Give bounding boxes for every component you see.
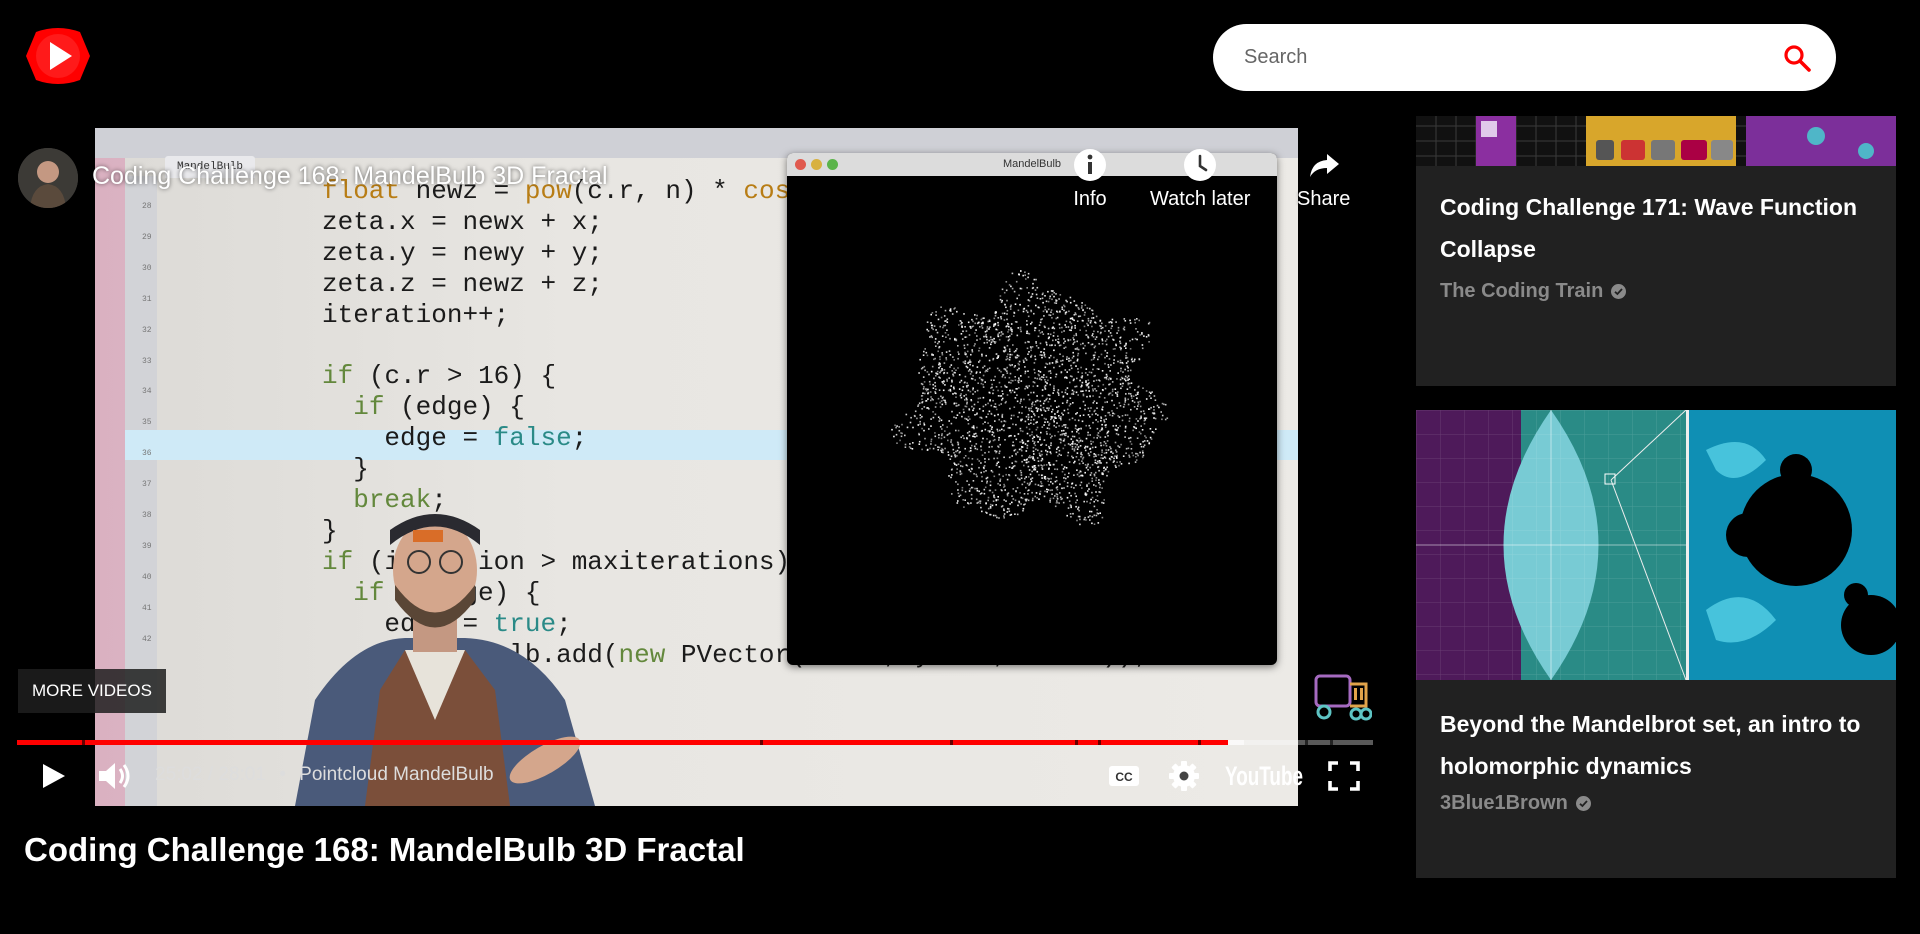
line-number: 28 bbox=[142, 202, 152, 211]
line-number: 31 bbox=[142, 294, 152, 304]
channel-name[interactable]: The Coding Train bbox=[1440, 280, 1603, 303]
video-thumbnail[interactable] bbox=[1416, 116, 1896, 166]
chapter-marker bbox=[1329, 740, 1333, 745]
youtube-brand-text: YouTube bbox=[1225, 761, 1303, 791]
watch-later-label: Watch later bbox=[1150, 188, 1251, 210]
line-number: 36 bbox=[142, 449, 152, 459]
close-dot bbox=[795, 159, 806, 170]
more-videos-button[interactable]: MORE VIDEOS bbox=[18, 669, 166, 713]
mandelbulb-pointcloud bbox=[891, 270, 1169, 526]
info-label: Info bbox=[1073, 188, 1107, 210]
sketch-window: MandelBulb bbox=[787, 153, 1277, 665]
search-box[interactable] bbox=[1213, 24, 1836, 91]
line-number: 41 bbox=[142, 603, 152, 613]
chapter-marker bbox=[1097, 740, 1101, 745]
watch-later-button[interactable]: Watch later bbox=[1150, 148, 1250, 211]
chapter-marker bbox=[1305, 740, 1309, 745]
video-player[interactable]: MandelBulb 28 29 30 31 32 33 34 35 36 37 38 39 40 41 4… bbox=[0, 128, 1390, 934]
youtube-brand-logo[interactable]: YouTube bbox=[1225, 757, 1305, 795]
line-number: 40 bbox=[142, 572, 152, 582]
recommended-video-title[interactable]: Coding Challenge 171: Wave Function Coll… bbox=[1440, 186, 1880, 270]
time-display: 25:02 / 28:01 • Pointcloud MandelBulb bbox=[155, 764, 494, 786]
share-icon bbox=[1309, 154, 1339, 177]
share-button[interactable]: Share bbox=[1297, 148, 1350, 211]
chapter-marker bbox=[1198, 740, 1202, 745]
current-time: 25:02 bbox=[155, 764, 203, 785]
chapter-marker bbox=[760, 740, 764, 745]
recommended-video-title[interactable]: Beyond the Mandelbrot set, an intro to h… bbox=[1440, 703, 1880, 787]
duration: 28:01 bbox=[218, 764, 266, 785]
svg-text:CC: CC bbox=[1115, 770, 1133, 784]
time-separator: / bbox=[207, 764, 214, 785]
coding-train-watermark-icon[interactable] bbox=[1310, 670, 1372, 722]
progress-bar[interactable] bbox=[17, 740, 1373, 745]
clock-icon bbox=[1184, 149, 1217, 181]
line-number: 32 bbox=[142, 325, 152, 335]
settings-gear-icon[interactable] bbox=[1167, 757, 1201, 795]
line-number: 30 bbox=[142, 263, 152, 273]
share-label: Share bbox=[1297, 188, 1351, 210]
progress-played bbox=[17, 740, 1228, 745]
line-number: 39 bbox=[142, 541, 152, 551]
chapter-marker bbox=[82, 740, 86, 745]
captions-icon[interactable]: CC bbox=[1107, 757, 1141, 795]
chapter-bullet: • bbox=[279, 764, 286, 785]
verified-check-icon bbox=[1611, 284, 1627, 299]
recommended-video-card[interactable]: Beyond the Mandelbrot set, an intro to h… bbox=[1416, 410, 1896, 878]
video-thumbnail[interactable] bbox=[1416, 410, 1896, 680]
zoom-dot bbox=[827, 159, 838, 170]
channel-avatar[interactable] bbox=[18, 148, 78, 208]
line-number: 34 bbox=[142, 387, 152, 397]
line-number: 35 bbox=[142, 418, 152, 428]
channel-name[interactable]: 3Blue1Brown bbox=[1440, 792, 1568, 815]
recommended-channel[interactable]: 3Blue1Brown bbox=[1440, 792, 1591, 815]
line-number: 33 bbox=[142, 356, 152, 366]
video-frame[interactable]: MandelBulb 28 29 30 31 32 33 34 35 36 37 38 39 40 41 4… bbox=[95, 128, 1298, 806]
line-number: 38 bbox=[142, 511, 152, 521]
recommended-video-card[interactable]: Coding Challenge 171: Wave Function Coll… bbox=[1416, 116, 1896, 386]
info-icon bbox=[1074, 149, 1106, 181]
line-number: 29 bbox=[142, 232, 152, 242]
line-numbers: 28 29 30 31 32 33 34 35 36 37 38 39 40 41 42 bbox=[142, 192, 152, 656]
play-icon[interactable] bbox=[38, 757, 68, 795]
sketch-window-title: MandelBulb bbox=[1002, 158, 1062, 170]
youtube-logo[interactable] bbox=[22, 20, 94, 92]
search-input[interactable] bbox=[1242, 45, 1782, 70]
info-button[interactable]: Info bbox=[1073, 148, 1107, 211]
chapter-marker bbox=[949, 740, 953, 745]
avatar-image bbox=[18, 148, 78, 208]
verified-check-icon bbox=[1575, 796, 1591, 811]
chapter-title[interactable]: Pointcloud MandelBulb bbox=[299, 764, 493, 785]
video-title: Coding Challenge 168: MandelBulb 3D Frac… bbox=[24, 831, 745, 868]
presenter-figure bbox=[295, 514, 595, 806]
recommended-channel[interactable]: The Coding Train bbox=[1440, 280, 1627, 303]
overlay-video-title[interactable]: Coding Challenge 168: MandelBulb 3D Frac… bbox=[92, 162, 608, 191]
line-number: 42 bbox=[142, 634, 152, 644]
chapter-marker bbox=[1074, 740, 1078, 745]
fullscreen-icon[interactable] bbox=[1327, 757, 1361, 795]
minimize-dot bbox=[811, 159, 822, 170]
line-number: 37 bbox=[142, 480, 152, 490]
search-icon[interactable] bbox=[1782, 43, 1812, 73]
volume-icon[interactable] bbox=[95, 757, 133, 795]
